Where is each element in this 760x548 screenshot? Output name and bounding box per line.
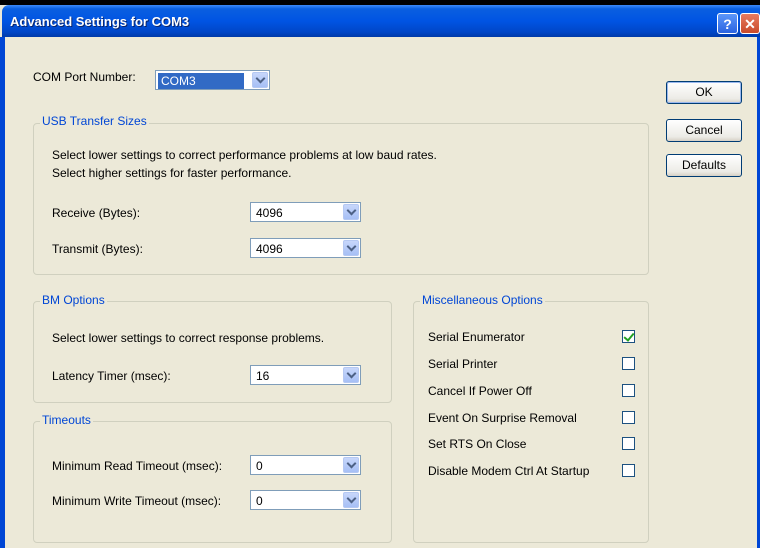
receive-select[interactable]: 4096	[250, 202, 361, 222]
bm-options-group	[33, 301, 392, 403]
receive-label: Receive (Bytes):	[52, 206, 141, 220]
option-label: Serial Enumerator	[428, 330, 525, 344]
com-port-label: COM Port Number:	[33, 70, 136, 84]
chevron-down-icon[interactable]	[343, 457, 359, 473]
chevron-down-icon[interactable]	[343, 204, 359, 220]
defaults-button[interactable]: Defaults	[666, 154, 742, 177]
option-label: Serial Printer	[428, 357, 498, 371]
com-port-select[interactable]: COM3	[155, 70, 270, 90]
chevron-down-icon[interactable]	[343, 492, 359, 508]
read-timeout-label: Minimum Read Timeout (msec):	[52, 459, 223, 473]
window-title: Advanced Settings for COM3	[10, 14, 190, 29]
ok-button[interactable]: OK	[666, 81, 742, 104]
write-timeout-select[interactable]: 0	[250, 490, 361, 510]
usb-description-line1: Select lower settings to correct perform…	[52, 148, 437, 162]
close-icon: ✕	[744, 16, 756, 32]
disable-modem-ctrl-checkbox[interactable]	[622, 464, 635, 477]
chevron-down-icon[interactable]	[343, 367, 359, 383]
bm-options-legend: BM Options	[40, 293, 107, 307]
timeouts-legend: Timeouts	[40, 413, 93, 427]
latency-select[interactable]: 16	[250, 365, 361, 385]
transmit-value: 4096	[256, 242, 283, 256]
option-label: Set RTS On Close	[428, 437, 527, 451]
receive-value: 4096	[256, 206, 283, 220]
serial-printer-checkbox[interactable]	[622, 357, 635, 370]
help-button[interactable]: ?	[717, 13, 738, 34]
transmit-label: Transmit (Bytes):	[52, 242, 143, 256]
chevron-down-icon[interactable]	[252, 72, 268, 88]
option-label: Disable Modem Ctrl At Startup	[428, 464, 590, 478]
usb-transfer-legend: USB Transfer Sizes	[40, 114, 149, 128]
event-on-surprise-removal-checkbox[interactable]	[622, 411, 635, 424]
write-timeout-value: 0	[256, 494, 263, 508]
title-bar[interactable]: Advanced Settings for COM3 ? ✕	[2, 5, 760, 37]
com-port-value: COM3	[158, 73, 244, 89]
read-timeout-select[interactable]: 0	[250, 455, 361, 475]
misc-options-legend: Miscellaneous Options	[420, 293, 545, 307]
latency-value: 16	[256, 369, 270, 383]
cancel-button[interactable]: Cancel	[666, 119, 742, 142]
latency-label: Latency Timer (msec):	[52, 369, 171, 383]
bm-description: Select lower settings to correct respons…	[52, 331, 325, 345]
timeouts-group	[33, 421, 392, 543]
read-timeout-value: 0	[256, 459, 263, 473]
option-label: Cancel If Power Off	[428, 384, 532, 398]
option-label: Event On Surprise Removal	[428, 411, 577, 425]
serial-enumerator-checkbox[interactable]	[622, 330, 635, 343]
set-rts-on-close-checkbox[interactable]	[622, 437, 635, 450]
write-timeout-label: Minimum Write Timeout (msec):	[52, 494, 222, 508]
cancel-if-power-off-checkbox[interactable]	[622, 384, 635, 397]
chevron-down-icon[interactable]	[343, 240, 359, 256]
window-frame-left	[0, 37, 5, 548]
question-mark-icon: ?	[723, 16, 732, 32]
close-button[interactable]: ✕	[740, 13, 760, 34]
usb-description-line2: Select higher settings for faster perfor…	[52, 166, 292, 180]
transmit-select[interactable]: 4096	[250, 238, 361, 258]
